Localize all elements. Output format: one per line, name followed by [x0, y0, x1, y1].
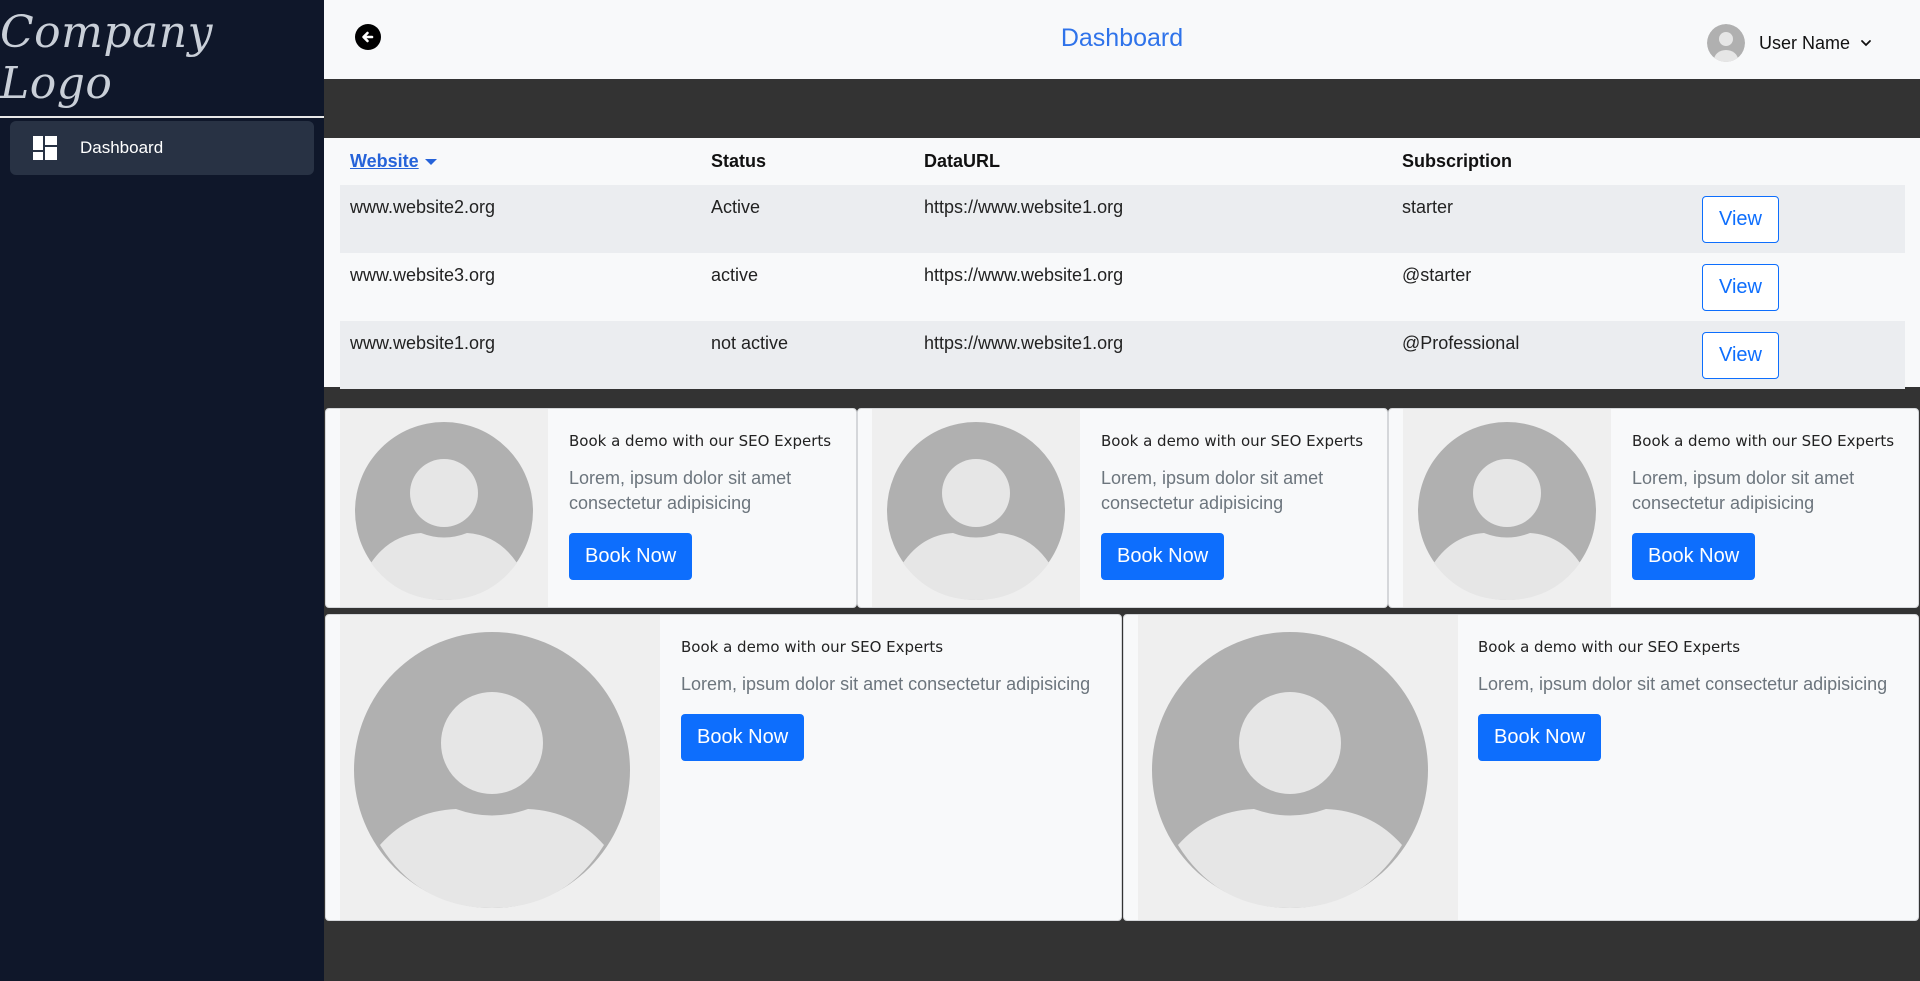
cell-status: Active — [701, 185, 914, 253]
table-row: www.website1.org not active https://www.… — [340, 321, 1905, 389]
logo-area: Company Logo — [0, 0, 324, 118]
card-text: Lorem, ipsum dolor sit amet consectetur … — [1478, 674, 1888, 694]
cell-dataurl: https://www.website1.org — [914, 321, 1392, 389]
column-header-subscription: Subscription — [1402, 151, 1513, 171]
card-title: Book a demo with our SEO Experts — [1632, 432, 1895, 450]
chevron-down-icon — [1861, 40, 1871, 47]
cell-website: www.website3.org — [350, 265, 496, 285]
seo-demo-card: Book a demo with our SEO Experts Lorem, … — [857, 408, 1388, 608]
book-now-button[interactable]: Book Now — [681, 714, 805, 761]
book-now-button[interactable]: Book Now — [569, 533, 693, 580]
websites-table: Website Status DataURL Subscription www.… — [340, 138, 1905, 389]
seo-demo-card: Book a demo with our SEO Experts Lorem, … — [325, 614, 1122, 921]
seo-demo-card: Book a demo with our SEO Experts Lorem, … — [1123, 614, 1919, 921]
sort-caret-icon — [424, 159, 437, 166]
card-text: Lorem, ipsum dolor sit amet consectetur … — [1101, 468, 1324, 513]
card-title: Book a demo with our SEO Experts — [1101, 432, 1364, 450]
cell-website: www.website2.org — [340, 185, 701, 253]
cell-website: www.website1.org — [340, 321, 701, 389]
user-avatar-icon — [1706, 24, 1745, 62]
user-menu[interactable]: User Name — [1706, 24, 1872, 62]
column-header-website[interactable]: Website — [340, 138, 701, 185]
book-now-button[interactable]: Book Now — [1478, 714, 1602, 761]
seo-demo-card: Book a demo with our SEO Experts Lorem, … — [325, 408, 857, 608]
card-title: Book a demo with our SEO Experts — [681, 638, 944, 656]
view-button[interactable]: View — [1702, 264, 1779, 311]
user-placeholder-image — [1403, 409, 1611, 607]
page-title: Dashboard — [1060, 24, 1184, 52]
card-title: Book a demo with our SEO Experts — [1478, 638, 1741, 656]
user-name: User Name — [1758, 32, 1850, 53]
card-body: Book a demo with our SEO Experts Lorem, … — [1478, 638, 1908, 761]
user-placeholder-image — [340, 409, 548, 607]
cell-status: active — [711, 265, 759, 285]
sidebar: Company Logo Dashboard — [0, 0, 324, 981]
cell-action: View — [1692, 253, 1905, 321]
view-button[interactable]: View — [1702, 196, 1779, 243]
user-placeholder-image — [872, 409, 1080, 607]
book-now-button[interactable]: Book Now — [1101, 533, 1225, 580]
book-now-button[interactable]: Book Now — [1632, 533, 1756, 580]
card-title: Book a demo with our SEO Experts — [569, 432, 832, 450]
cell-action: View — [1692, 185, 1905, 253]
card-body: Book a demo with our SEO Experts Lorem, … — [681, 638, 1111, 761]
table-row: www.website2.org Active https://www.webs… — [340, 185, 1905, 253]
card-text: Lorem, ipsum dolor sit amet consectetur … — [681, 674, 1091, 694]
user-placeholder-image — [1138, 615, 1458, 920]
card-text: Lorem, ipsum dolor sit amet consectetur … — [569, 468, 792, 513]
dashboard-icon — [33, 136, 57, 160]
column-header-action — [1692, 138, 1905, 185]
seo-demo-card: Book a demo with our SEO Experts Lorem, … — [1388, 408, 1919, 608]
websites-table-panel: Website Status DataURL Subscription www.… — [324, 138, 1920, 389]
card-body: Book a demo with our SEO Experts Lorem, … — [1632, 432, 1912, 580]
top-header: Dashboard User Name — [324, 0, 1920, 79]
view-button[interactable]: View — [1702, 332, 1779, 379]
cell-action: View — [1692, 321, 1905, 389]
table-row: www.website3.org active https://www.webs… — [340, 253, 1905, 321]
card-body: Book a demo with our SEO Experts Lorem, … — [1101, 432, 1381, 580]
column-header-dataurl: DataURL — [924, 151, 1001, 171]
cell-subscription: @starter — [1402, 265, 1472, 285]
sidebar-item-dashboard[interactable]: Dashboard — [10, 121, 314, 175]
avatar — [1706, 24, 1745, 62]
cell-subscription: starter — [1392, 185, 1692, 253]
card-text: Lorem, ipsum dolor sit amet consectetur … — [1632, 468, 1855, 513]
company-logo[interactable]: Company Logo — [0, 7, 324, 109]
card-body: Book a demo with our SEO Experts Lorem, … — [569, 432, 849, 580]
cell-status: not active — [701, 321, 914, 389]
column-header-status: Status — [711, 151, 767, 171]
cell-subscription: @Professional — [1392, 321, 1692, 389]
table-header-row: Website Status DataURL Subscription — [340, 138, 1905, 185]
sort-website-link[interactable]: Website — [350, 151, 419, 171]
cell-dataurl: https://www.website1.org — [924, 265, 1124, 285]
cell-dataurl: https://www.website1.org — [914, 185, 1392, 253]
sidebar-item-label: Dashboard — [80, 138, 164, 157]
user-placeholder-image — [340, 615, 660, 920]
